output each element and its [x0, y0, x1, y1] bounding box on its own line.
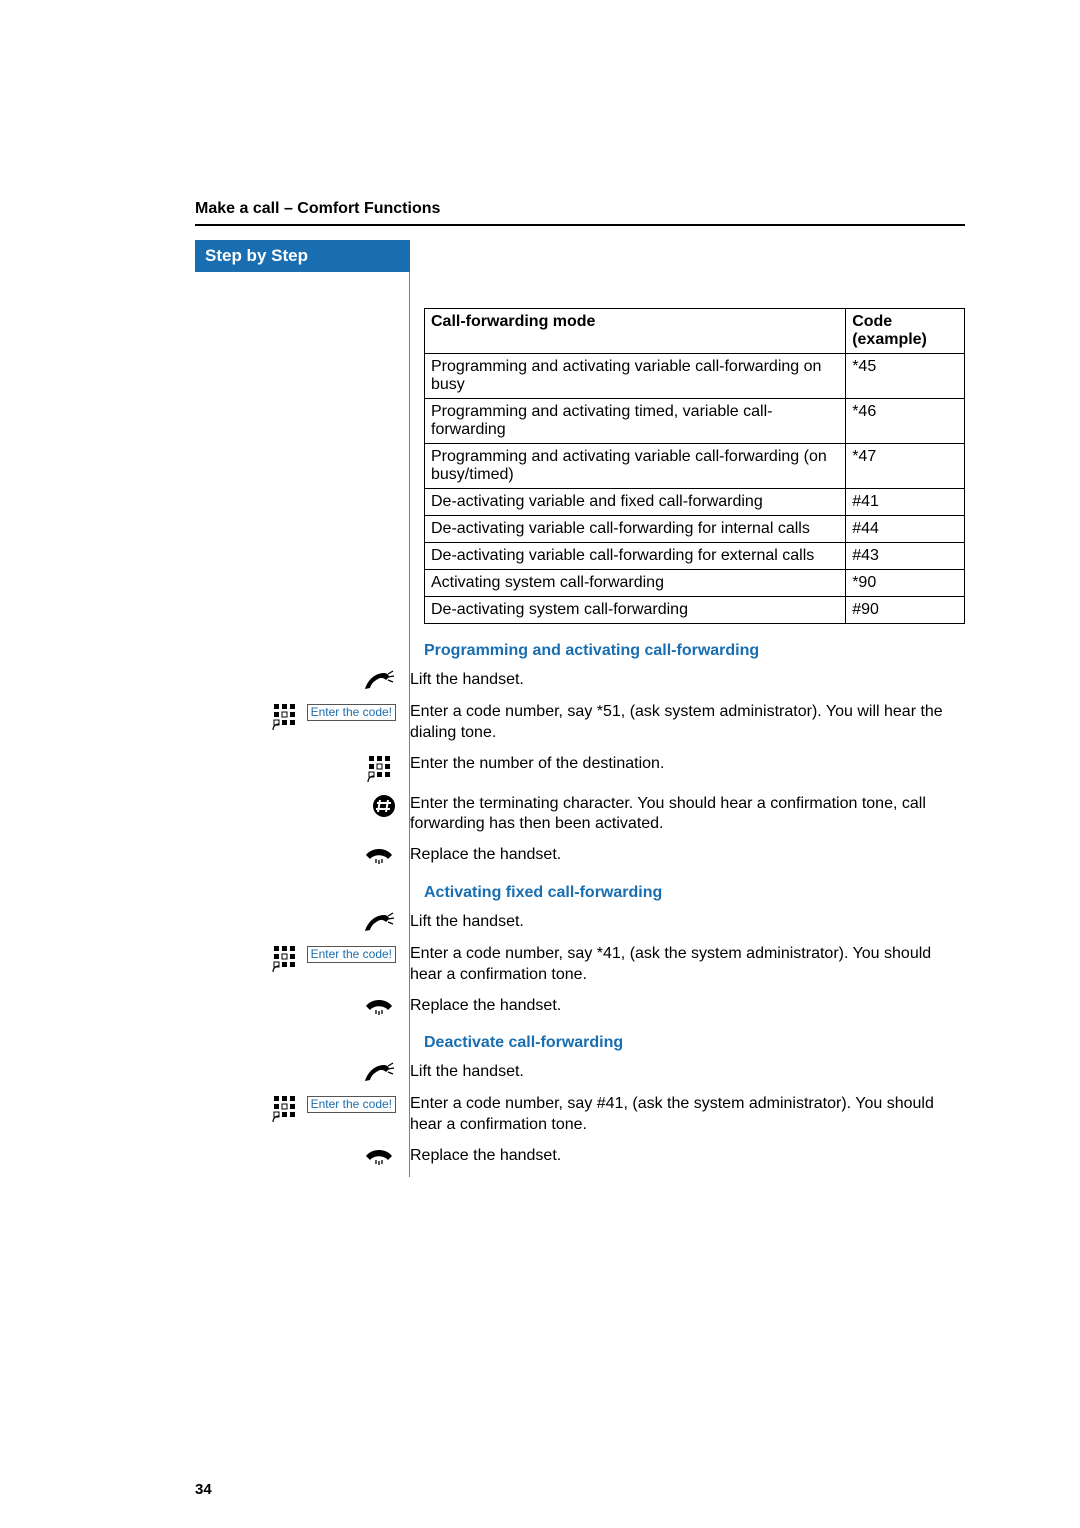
keypad-icon [366, 754, 396, 784]
page-number: 34 [195, 1481, 212, 1498]
table-row: Activating system call-forwarding*90 [425, 570, 965, 597]
mode-cell: Programming and activating variable call… [425, 354, 846, 399]
section-heading-activate-fixed: Activating fixed call-forwarding [424, 884, 965, 902]
replace-handset-icon [362, 1146, 396, 1166]
replace-handset-icon [362, 845, 396, 865]
section-heading-deactivate: Deactivate call-forwarding [424, 1034, 965, 1052]
code-cell: *45 [846, 354, 965, 399]
code-cell: #41 [846, 489, 965, 516]
lift-handset-icon [362, 912, 396, 934]
replace-handset-icon [362, 996, 396, 1016]
mode-cell: De-activating system call-forwarding [425, 597, 846, 624]
lift-handset-icon [362, 670, 396, 692]
lift-handset-icon [362, 1062, 396, 1084]
step-text: Enter the terminating character. You sho… [410, 794, 965, 836]
table-row: De-activating system call-forwarding#90 [425, 597, 965, 624]
mode-cell: Programming and activating variable call… [425, 444, 846, 489]
mode-cell: De-activating variable call-forwarding f… [425, 543, 846, 570]
keypad-icon [271, 944, 301, 974]
step-text: Enter a code number, say *41, (ask the s… [410, 944, 965, 986]
manual-page: Make a call – Comfort Functions Step by … [0, 0, 1080, 1528]
step-text: Lift the handset. [410, 1062, 965, 1083]
header-rule [195, 224, 965, 226]
step-text: Replace the handset. [410, 1146, 965, 1167]
hash-key-icon [372, 794, 396, 818]
table-row: Programming and activating variable call… [425, 444, 965, 489]
col-header-code: Code (example) [846, 309, 965, 354]
content-column: Call-forwarding mode Code (example) Prog… [424, 272, 965, 1177]
code-cell: #44 [846, 516, 965, 543]
col-header-mode: Call-forwarding mode [425, 309, 846, 354]
step-text: Lift the handset. [410, 670, 965, 691]
keypad-icon [271, 1094, 301, 1124]
call-forwarding-table: Call-forwarding mode Code (example) Prog… [424, 308, 965, 624]
step-text: Enter a code number, say #41, (ask the s… [410, 1094, 965, 1136]
step-text: Replace the handset. [410, 845, 965, 866]
page-header: Make a call – Comfort Functions [195, 200, 965, 218]
legend-enter-code: Enter the code! [307, 704, 396, 721]
code-cell: *46 [846, 399, 965, 444]
code-cell: *47 [846, 444, 965, 489]
table-row: De-activating variable call-forwarding f… [425, 516, 965, 543]
keypad-icon [271, 702, 301, 732]
step-text: Replace the handset. [410, 996, 965, 1017]
code-cell: #90 [846, 597, 965, 624]
step-by-step-box: Step by Step [195, 240, 410, 272]
code-cell: *90 [846, 570, 965, 597]
step-text: Enter the number of the destination. [410, 754, 965, 775]
mode-cell: De-activating variable call-forwarding f… [425, 516, 846, 543]
table-row: Programming and activating variable call… [425, 354, 965, 399]
table-row: De-activating variable and fixed call-fo… [425, 489, 965, 516]
step-text: Lift the handset. [410, 912, 965, 933]
legend-enter-code: Enter the code! [307, 1096, 396, 1113]
table-row: De-activating variable call-forwarding f… [425, 543, 965, 570]
table-row: Programming and activating timed, variab… [425, 399, 965, 444]
step-text: Enter a code number, say *51, (ask syste… [410, 702, 965, 744]
mode-cell: Programming and activating timed, variab… [425, 399, 846, 444]
section-heading-program-activate: Programming and activating call-forwardi… [424, 642, 965, 660]
code-cell: #43 [846, 543, 965, 570]
mode-cell: De-activating variable and fixed call-fo… [425, 489, 846, 516]
mode-cell: Activating system call-forwarding [425, 570, 846, 597]
legend-enter-code: Enter the code! [307, 946, 396, 963]
